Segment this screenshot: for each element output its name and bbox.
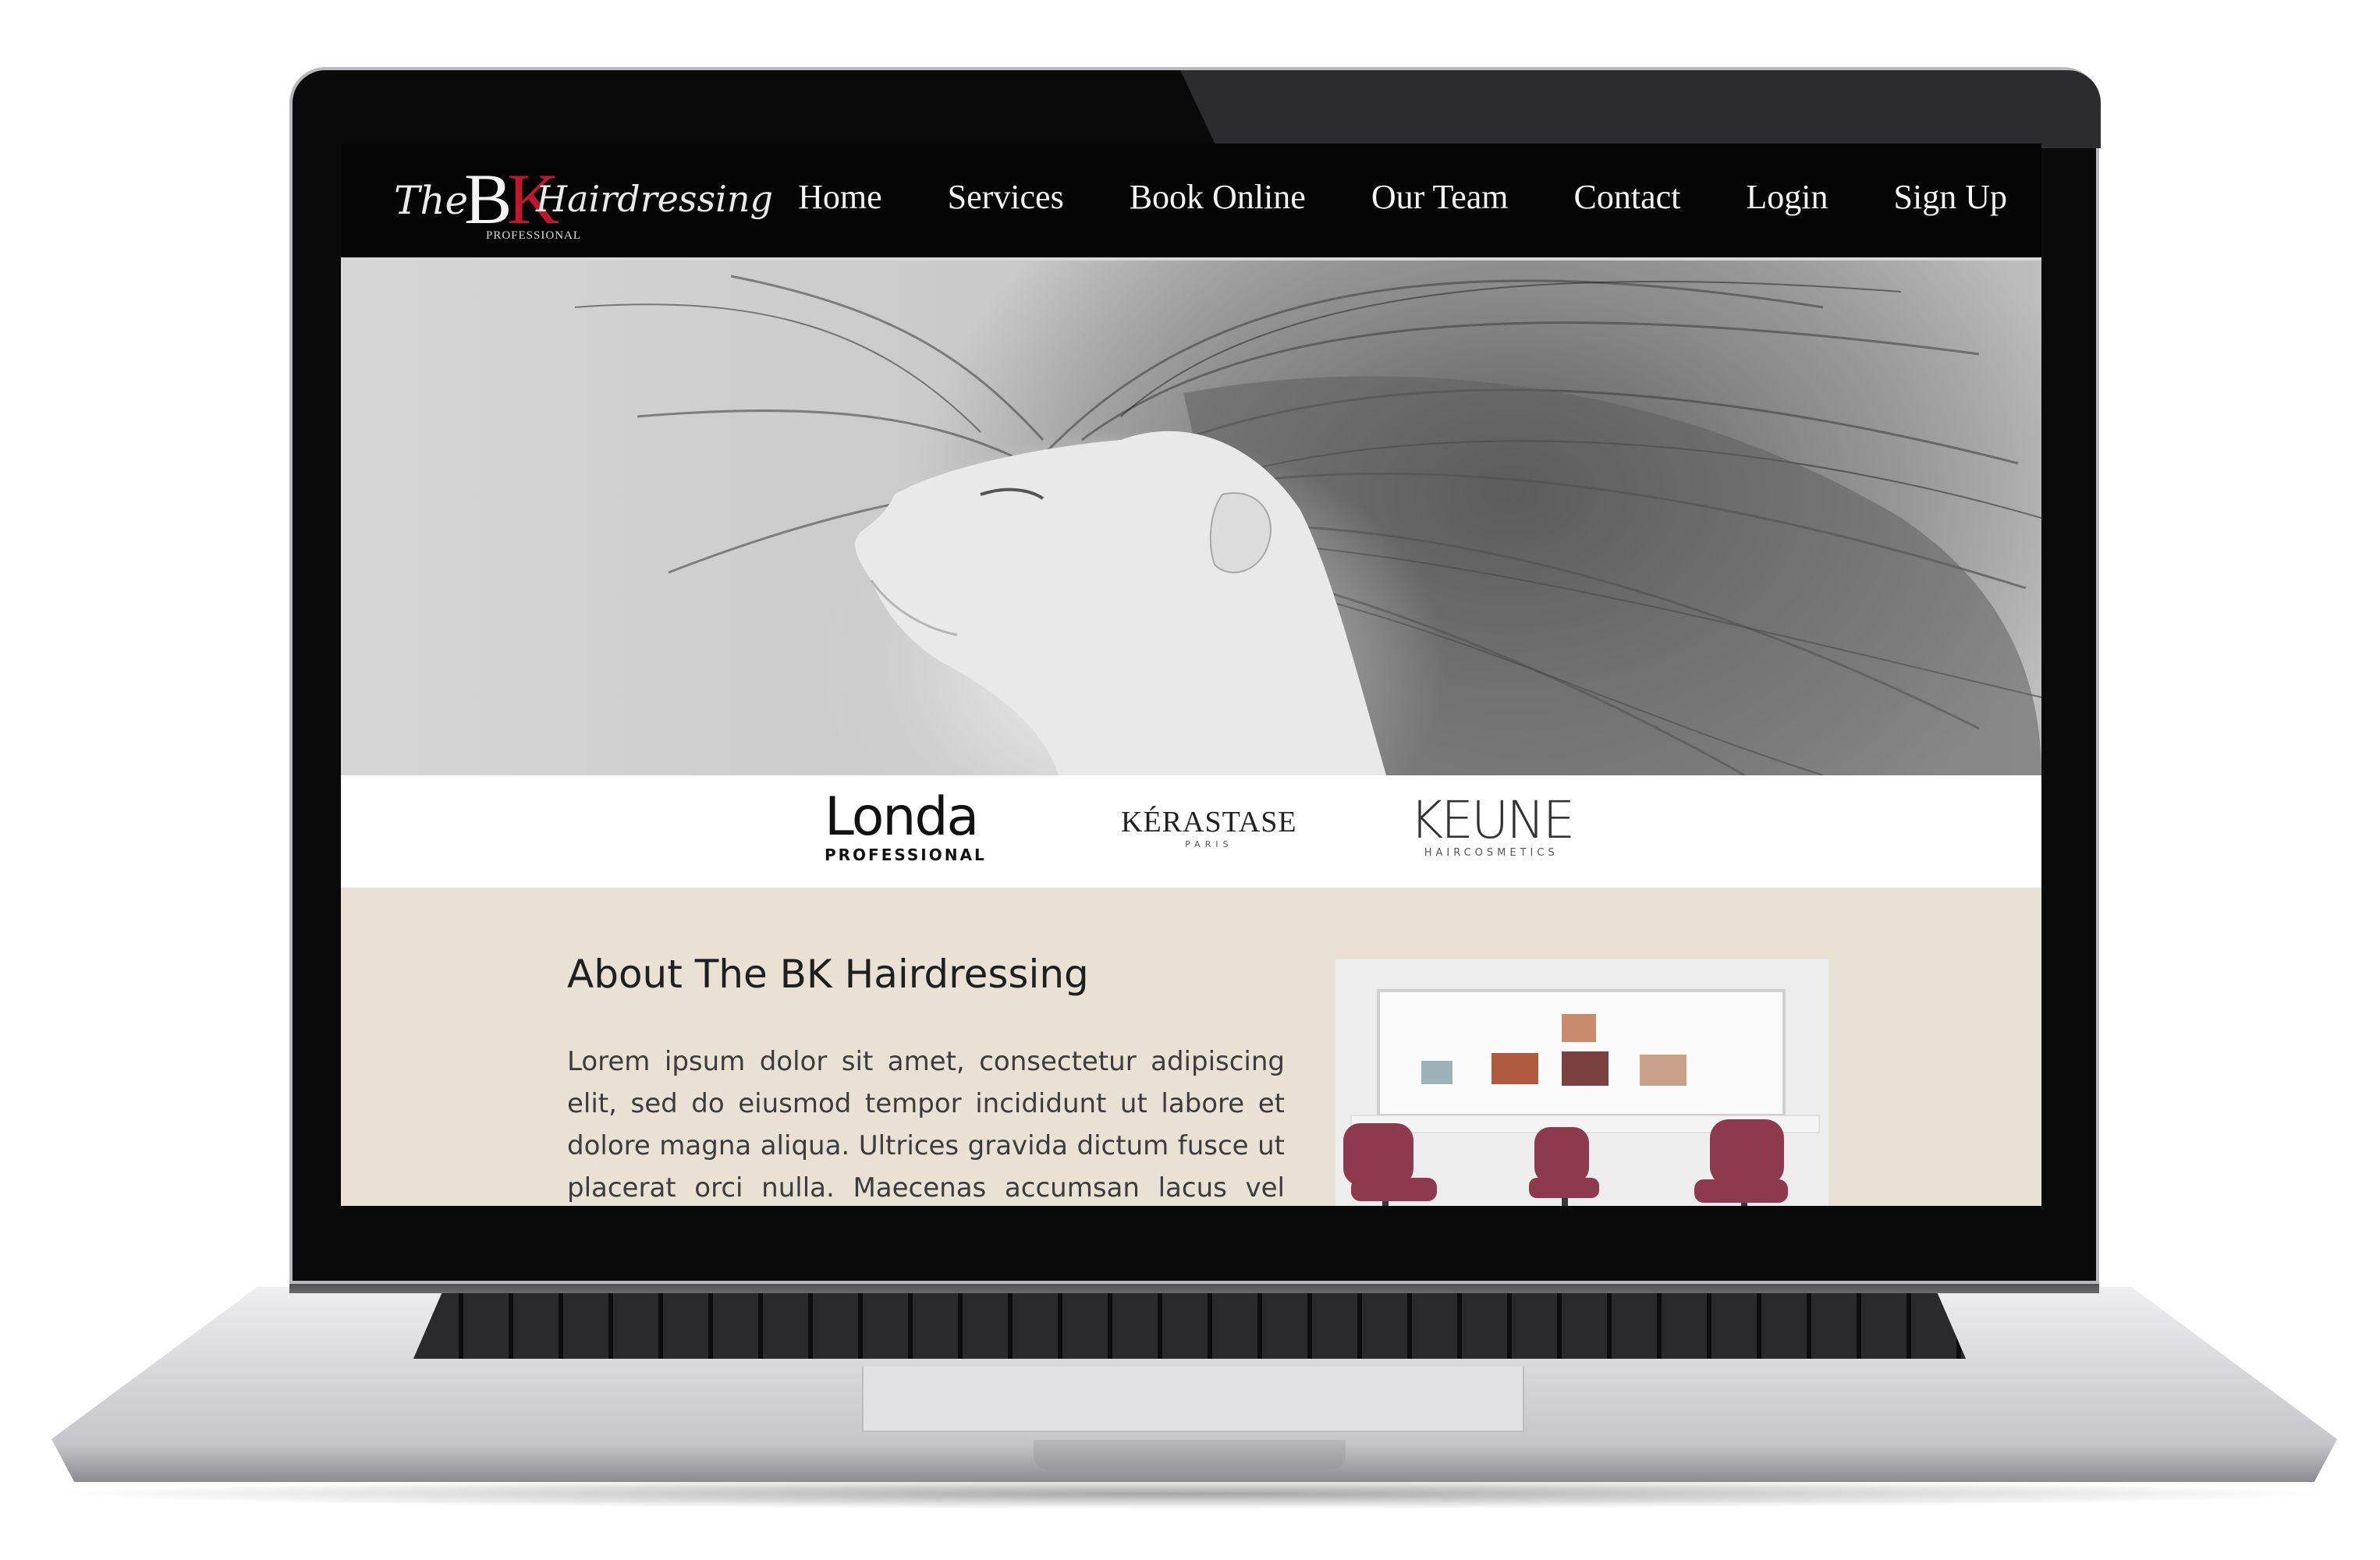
nav-our-team[interactable]: Our Team	[1339, 173, 1541, 222]
nav-contact[interactable]: Contact	[1541, 173, 1714, 222]
site-logo[interactable]: The BK Hairdressing PROFESSIONAL	[388, 158, 773, 243]
lid-reflection	[1180, 70, 2101, 148]
laptop-trackpad	[862, 1367, 1524, 1432]
nav-services[interactable]: Services	[915, 173, 1097, 222]
nav-sign-up[interactable]: Sign Up	[1861, 173, 2007, 222]
website-screen: The BK Hairdressing PROFESSIONAL Home Se…	[341, 144, 2041, 1206]
hero-image	[341, 261, 2041, 775]
brand-logos-strip: Londa PROFESSIONAL KÉRASTASE PARIS KEUNE…	[341, 775, 2041, 888]
about-section: About The BK Hairdressing Lorem ipsum do…	[341, 888, 2041, 1206]
nav-home[interactable]: Home	[765, 173, 915, 222]
logo-b: B	[464, 159, 512, 239]
londa-subtitle: PROFESSIONAL	[825, 846, 987, 864]
keune-subtitle: HAIRCOSMETICS	[1424, 847, 1559, 859]
keune-wordmark: KEUNE	[1410, 790, 1575, 850]
nav-book-online[interactable]: Book Online	[1097, 173, 1339, 222]
londa-wordmark: Londa	[825, 786, 979, 848]
logo-hairdressing-text: Hairdressing	[536, 178, 773, 220]
logo-professional-text: PROFESSIONAL	[486, 229, 582, 242]
about-heading: About The BK Hairdressing	[567, 952, 1089, 997]
hero-woman-hair-illustration	[574, 275, 2041, 775]
laptop-notch	[1034, 1440, 1346, 1470]
salon-illustration	[1335, 959, 1828, 1206]
site-navbar: The BK Hairdressing PROFESSIONAL Home Se…	[341, 144, 2041, 261]
brand-kerastase-logo[interactable]: KÉRASTASE PARIS	[1121, 805, 1297, 849]
laptop-keyboard	[413, 1287, 1966, 1359]
laptop-shadow	[47, 1478, 2340, 1509]
kerastase-wordmark: KÉRASTASE	[1121, 806, 1297, 838]
nav-login[interactable]: Login	[1713, 173, 1860, 222]
brand-keune-logo[interactable]: KEUNE HAIRCOSMETICS	[1410, 790, 1575, 860]
logo-the-text: The	[394, 178, 469, 223]
nav-menu: Home Services Book Online Our Team Conta…	[765, 173, 2007, 222]
salon-interior-photo	[1335, 959, 1828, 1206]
kerastase-subtitle: PARIS	[1185, 839, 1233, 849]
about-paragraph: Lorem ipsum dolor sit amet, consectetur …	[567, 1046, 1285, 1204]
brand-londa-logo[interactable]: Londa PROFESSIONAL	[825, 786, 987, 865]
